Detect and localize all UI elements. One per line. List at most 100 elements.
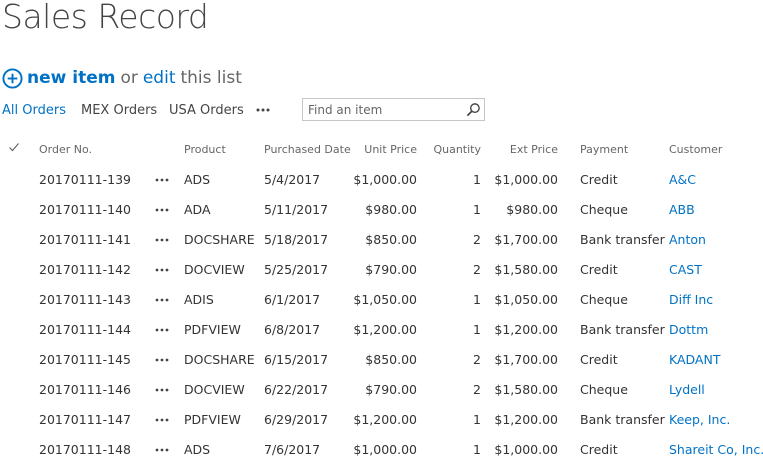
table-row[interactable]: 20170111-142 DOCVIEW 5/25/2017 $790.00 2 $1,5… — [0, 255, 763, 285]
customer-link[interactable]: Shareit Co, Inc. — [669, 442, 763, 457]
ext-price-cell: $1,580.00 — [494, 262, 558, 277]
tab-all-orders[interactable]: All Orders — [2, 103, 66, 118]
column-header-payment[interactable]: Payment — [580, 143, 628, 156]
more-views-ellipsis-icon[interactable] — [254, 101, 272, 119]
order-no-cell: 20170111-143 — [39, 292, 131, 307]
order-no-cell: 20170111-140 — [39, 202, 131, 217]
column-header-unit-price[interactable]: Unit Price — [364, 143, 417, 156]
quantity-cell: 1 — [473, 442, 481, 457]
item-menu-ellipsis-icon[interactable] — [154, 384, 170, 396]
payment-cell: Cheque — [580, 292, 628, 307]
or-text: or — [120, 68, 138, 88]
purchased-date-cell: 6/8/2017 — [264, 322, 321, 337]
payment-cell: Credit — [580, 352, 618, 367]
table-row[interactable]: 20170111-148 ADS 7/6/2017 $1,000.00 1 $1,000.… — [0, 435, 763, 465]
ext-price-cell: $1,000.00 — [494, 172, 558, 187]
purchased-date-cell: 5/4/2017 — [264, 172, 321, 187]
unit-price-cell: $1,000.00 — [353, 172, 417, 187]
ext-price-cell: $1,700.00 — [494, 352, 558, 367]
tab-usa-orders[interactable]: USA Orders — [169, 103, 244, 118]
ext-price-cell: $1,580.00 — [494, 382, 558, 397]
quantity-cell: 2 — [473, 352, 481, 367]
product-cell: ADS — [184, 442, 211, 457]
customer-link[interactable]: CAST — [669, 262, 702, 277]
item-menu-ellipsis-icon[interactable] — [154, 204, 170, 216]
table-row[interactable]: 20170111-144 PDFVIEW 6/8/2017 $1,200.00 1 $1,… — [0, 315, 763, 345]
table-row[interactable]: 20170111-140 ADA 5/11/2017 $980.00 1 $980.00 C… — [0, 195, 763, 225]
unit-price-cell: $790.00 — [365, 262, 417, 277]
unit-price-cell: $1,200.00 — [353, 412, 417, 427]
column-header-purchased-date[interactable]: Purchased Date — [264, 143, 351, 156]
product-cell: DOCVIEW — [184, 382, 245, 397]
payment-cell: Cheque — [580, 382, 628, 397]
unit-price-cell: $980.00 — [365, 202, 417, 217]
quantity-cell: 1 — [473, 172, 481, 187]
customer-link[interactable]: Dottm — [669, 322, 708, 337]
customer-link[interactable]: Anton — [669, 232, 706, 247]
column-header-quantity[interactable]: Quantity — [433, 143, 481, 156]
customer-link[interactable]: A&C — [669, 172, 696, 187]
search-input[interactable] — [303, 99, 463, 120]
customer-link[interactable]: Diff Inc — [669, 292, 713, 307]
table-row[interactable]: 20170111-145 DOCSHARE 6/15/2017 $850.00 2 $1,… — [0, 345, 763, 375]
purchased-date-cell: 7/6/2017 — [264, 442, 321, 457]
quantity-cell: 1 — [473, 322, 481, 337]
ext-price-cell: $1,000.00 — [494, 442, 558, 457]
quantity-cell: 2 — [473, 232, 481, 247]
purchased-date-cell: 5/18/2017 — [264, 232, 329, 247]
item-menu-ellipsis-icon[interactable] — [154, 234, 170, 246]
item-menu-ellipsis-icon[interactable] — [154, 414, 170, 426]
quantity-cell: 2 — [473, 262, 481, 277]
order-no-cell: 20170111-142 — [39, 262, 131, 277]
item-menu-ellipsis-icon[interactable] — [154, 444, 170, 456]
customer-link[interactable]: ABB — [669, 202, 695, 217]
unit-price-cell: $1,050.00 — [353, 292, 417, 307]
product-cell: DOCVIEW — [184, 262, 245, 277]
unit-price-cell: $1,200.00 — [353, 322, 417, 337]
payment-cell: Credit — [580, 262, 618, 277]
column-header-order-no[interactable]: Order No. — [39, 143, 92, 156]
column-header-product[interactable]: Product — [184, 143, 226, 156]
ext-price-cell: $980.00 — [506, 202, 558, 217]
unit-price-cell: $850.00 — [365, 232, 417, 247]
table-row[interactable]: 20170111-139 ADS 5/4/2017 $1,000.00 1 $1,000.… — [0, 165, 763, 195]
item-menu-ellipsis-icon[interactable] — [154, 264, 170, 276]
checkmark-icon[interactable] — [8, 141, 20, 153]
order-no-cell: 20170111-141 — [39, 232, 131, 247]
order-no-cell: 20170111-146 — [39, 382, 131, 397]
customer-link[interactable]: Keep, Inc. — [669, 412, 730, 427]
product-cell: DOCSHARE — [184, 232, 255, 247]
item-menu-ellipsis-icon[interactable] — [154, 354, 170, 366]
item-menu-ellipsis-icon[interactable] — [154, 174, 170, 186]
item-menu-ellipsis-icon[interactable] — [154, 324, 170, 336]
column-header-customer[interactable]: Customer — [669, 143, 722, 156]
unit-price-cell: $850.00 — [365, 352, 417, 367]
ext-price-cell: $1,200.00 — [494, 322, 558, 337]
tab-mex-orders[interactable]: MEX Orders — [81, 103, 157, 118]
customer-link[interactable]: Lydell — [669, 382, 705, 397]
ext-price-cell: $1,200.00 — [494, 412, 558, 427]
payment-cell: Credit — [580, 172, 618, 187]
ext-price-cell: $1,700.00 — [494, 232, 558, 247]
item-menu-ellipsis-icon[interactable] — [154, 294, 170, 306]
search-icon[interactable] — [466, 102, 481, 117]
quantity-cell: 2 — [473, 382, 481, 397]
purchased-date-cell: 5/25/2017 — [264, 262, 329, 277]
product-cell: ADA — [184, 202, 211, 217]
table-row[interactable]: 20170111-143 ADIS 6/1/2017 $1,050.00 1 $1,050… — [0, 285, 763, 315]
table-row[interactable]: 20170111-147 PDFVIEW 6/29/2017 $1,200.00 1 $1… — [0, 405, 763, 435]
quantity-cell: 1 — [473, 292, 481, 307]
purchased-date-cell: 6/1/2017 — [264, 292, 321, 307]
customer-link[interactable]: KADANT — [669, 352, 720, 367]
column-header-ext-price[interactable]: Ext Price — [510, 143, 558, 156]
edit-list-link[interactable]: edit — [143, 68, 176, 88]
this-list-text: this list — [180, 68, 242, 88]
new-item-link[interactable]: new item — [27, 68, 115, 88]
payment-cell: Cheque — [580, 202, 628, 217]
order-no-cell: 20170111-148 — [39, 442, 131, 457]
payment-cell: Bank transfer — [580, 322, 665, 337]
table-row[interactable]: 20170111-146 DOCVIEW 6/22/2017 $790.00 2 $1,5… — [0, 375, 763, 405]
table-row[interactable]: 20170111-141 DOCSHARE 5/18/2017 $850.00 2 $1,… — [0, 225, 763, 255]
plus-circle-icon[interactable] — [2, 67, 23, 89]
purchased-date-cell: 6/15/2017 — [264, 352, 329, 367]
